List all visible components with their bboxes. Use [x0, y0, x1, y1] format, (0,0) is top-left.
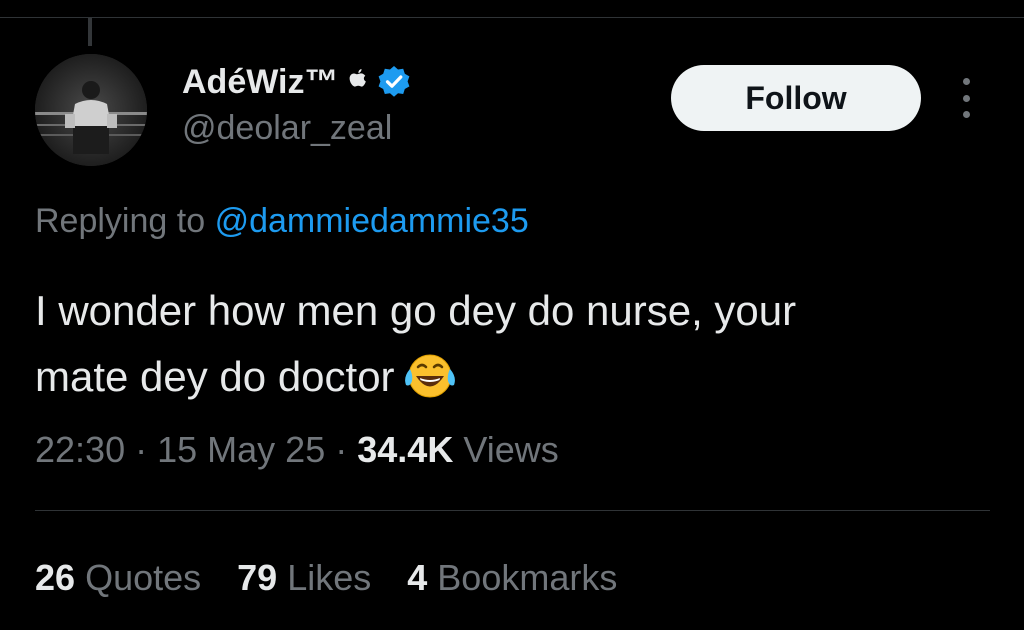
- avatar-photo: [35, 54, 147, 166]
- likes-count: 79: [237, 557, 278, 598]
- bookmarks-stat[interactable]: 4 Bookmarks: [407, 556, 617, 600]
- views-label[interactable]: Views: [463, 429, 558, 470]
- quotes-label: Quotes: [85, 557, 202, 598]
- tweet-time[interactable]: 22:30: [35, 429, 125, 470]
- more-dot: [962, 94, 970, 102]
- engagement-stats: 26 Quotes 79 Likes 4 Bookmarks: [35, 556, 617, 600]
- meta-separator: ·: [135, 429, 148, 470]
- divider: [35, 510, 990, 511]
- thread-connector-line: [88, 18, 92, 46]
- tweet-text-line-2: mate dey do doctor: [35, 353, 395, 400]
- tweet-text: I wonder how men go dey do nurse, your m…: [35, 278, 995, 410]
- bookmarks-count: 4: [407, 557, 428, 598]
- author-name-row[interactable]: AdéWiz™: [182, 60, 412, 104]
- avatar[interactable]: [35, 54, 147, 166]
- bookmarks-label: Bookmarks: [437, 557, 618, 598]
- display-name[interactable]: AdéWiz™: [182, 62, 338, 102]
- quotes-count: 26: [35, 557, 76, 598]
- face-with-tears-of-joy-icon: [401, 351, 459, 401]
- likes-stat[interactable]: 79 Likes: [237, 556, 371, 600]
- author-handle[interactable]: @deolar_zeal: [182, 108, 392, 148]
- meta-separator: ·: [335, 429, 348, 470]
- more-dot: [962, 111, 970, 118]
- replying-prefix: Replying to: [35, 202, 206, 240]
- quotes-stat[interactable]: 26 Quotes: [35, 556, 201, 600]
- likes-label: Likes: [287, 557, 372, 598]
- more-dot: [962, 78, 970, 85]
- tweet-date[interactable]: 15 May 25: [157, 429, 325, 470]
- follow-button[interactable]: Follow: [671, 65, 921, 131]
- tweet-text-line-1: I wonder how men go dey do nurse, your: [35, 287, 797, 334]
- tweet-meta: 22:30 · 15 May 25 · 34.4K Views: [35, 428, 559, 472]
- views-count[interactable]: 34.4K: [357, 429, 453, 470]
- top-border: [0, 17, 1024, 18]
- reply-mention-link[interactable]: @dammiedammie35: [215, 202, 529, 240]
- replying-to-line: Replying to @dammiedammie35: [35, 200, 529, 242]
- more-vertical-icon[interactable]: [952, 78, 980, 118]
- verified-badge-icon[interactable]: [376, 64, 412, 100]
- apple-logo-icon: [346, 67, 368, 98]
